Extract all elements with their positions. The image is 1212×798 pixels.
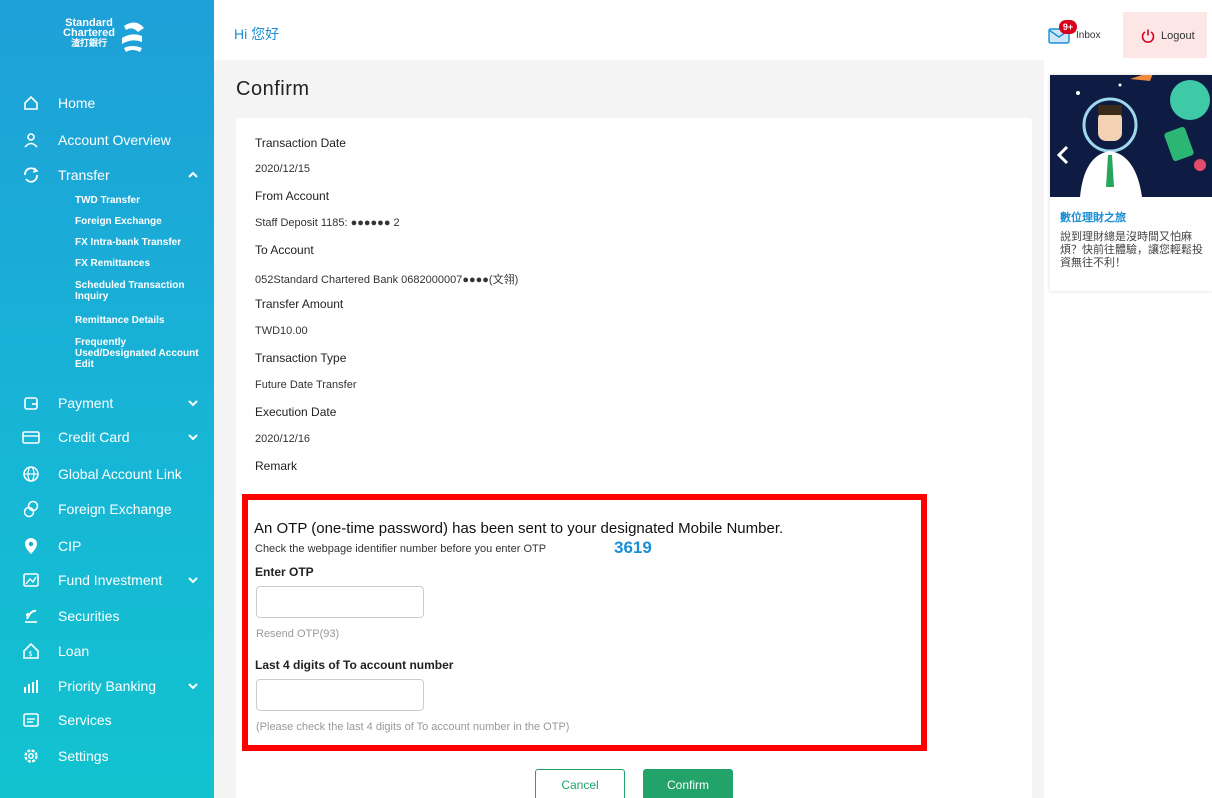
otp-identifier-code: 3619 (614, 538, 652, 557)
logo-line3: 渣打銀行 (70, 38, 107, 48)
inbox-badge: 9+ (1059, 20, 1077, 34)
transaction-date-label: Transaction Date (255, 136, 346, 150)
sidebar-item-label: Services (58, 712, 112, 728)
promo-illustration (1050, 75, 1212, 197)
chart-icon (22, 571, 40, 589)
remark-label: Remark (255, 459, 298, 473)
sidebar-item-global-account-link[interactable]: Global Account Link (0, 459, 214, 489)
sidebar-subitem-scheduled-inquiry[interactable]: Scheduled Transaction Inquiry (75, 280, 205, 302)
sidebar-item-transfer[interactable]: Transfer (0, 160, 214, 190)
sidebar-subitem-foreign-exchange[interactable]: Foreign Exchange (75, 216, 205, 227)
chevron-up-icon (188, 171, 198, 178)
svg-text:$: $ (28, 650, 32, 658)
user-icon (22, 131, 40, 149)
enter-otp-label: Enter OTP (255, 565, 314, 579)
bank-logo[interactable]: Standard Chartered 渣打銀行 (58, 16, 188, 64)
sidebar-item-cip[interactable]: CIP (0, 531, 214, 561)
confirm-button[interactable]: Confirm (643, 769, 733, 798)
promo-title: 數位理財之旅 (1060, 212, 1126, 224)
globe-icon (22, 465, 40, 483)
promo-panel[interactable]: 數位理財之旅 說到理財總是沒時間又怕麻煩？快前往體驗，讓您輕鬆投資無往不利！ (1050, 75, 1212, 291)
sidebar-subitem-fx-intra-bank[interactable]: FX Intra-bank Transfer (75, 237, 205, 248)
page-title: Confirm (236, 78, 310, 100)
logo-mark-icon (122, 22, 144, 52)
logo-line2: Chartered (63, 27, 115, 39)
credit-card-icon (22, 428, 40, 446)
logout-button[interactable]: Logout (1123, 12, 1207, 58)
gear-icon (22, 747, 40, 765)
home-icon (22, 94, 40, 112)
chevron-down-icon (188, 400, 198, 407)
sidebar-item-label: Foreign Exchange (58, 501, 172, 517)
sidebar-item-account-overview[interactable]: Account Overview (0, 125, 214, 155)
promo-text: 說到理財總是沒時間又怕麻煩？快前往體驗，讓您輕鬆投資無往不利！ (1060, 231, 1203, 269)
sidebar-subitem-fx-remittances[interactable]: FX Remittances (75, 258, 205, 269)
top-bar: Hi 您好 9+ Inbox Logout (214, 0, 1212, 60)
transaction-date-value: 2020/12/15 (255, 163, 311, 175)
transfer-icon (22, 166, 40, 184)
sidebar-item-label: Global Account Link (58, 466, 182, 482)
sidebar-item-home[interactable]: Home (0, 88, 214, 118)
sidebar-item-loan[interactable]: $ Loan (0, 636, 214, 666)
sidebar-item-label: Credit Card (58, 429, 130, 445)
sidebar-item-credit-card[interactable]: Credit Card (0, 422, 214, 452)
chevron-down-icon (188, 434, 198, 441)
sidebar-item-label: Fund Investment (58, 572, 163, 588)
last4-input[interactable] (256, 679, 424, 711)
chevron-down-icon (188, 577, 198, 584)
services-icon (22, 711, 40, 729)
sidebar-item-fund-investment[interactable]: Fund Investment (0, 565, 214, 595)
sidebar-subitem-remittance-details[interactable]: Remittance Details (75, 315, 205, 326)
from-account-label: From Account (255, 189, 330, 203)
chevron-left-icon[interactable] (1056, 145, 1070, 165)
inbox-label: Inbox (1076, 30, 1101, 41)
sidebar-subitem-twd-transfer[interactable]: TWD Transfer (75, 195, 205, 206)
sidebar-item-label: Loan (58, 643, 90, 659)
power-icon (1141, 29, 1155, 43)
sidebar-item-foreign-exchange[interactable]: Foreign Exchange (0, 494, 214, 524)
sidebar-item-label: Home (58, 95, 96, 111)
execution-date-value: 2020/12/16 (255, 433, 311, 445)
wallet-icon (22, 394, 40, 412)
sidebar-item-label: CIP (58, 538, 82, 554)
sidebar-item-payment[interactable]: Payment (0, 388, 214, 418)
priority-icon (22, 677, 40, 695)
otp-title: An OTP (one-time password) has been sent… (254, 520, 784, 537)
sidebar: Standard Chartered 渣打銀行 Home Account Ove… (0, 0, 214, 798)
logout-label: Logout (1161, 30, 1195, 42)
cip-icon (22, 537, 40, 555)
from-account-value: Staff Deposit 1185: ●●●●●● 2 (255, 217, 400, 229)
greeting-text: Hi 您好 (234, 26, 280, 42)
sidebar-item-priority-banking[interactable]: Priority Banking (0, 671, 214, 701)
transfer-amount-value: TWD10.00 (255, 325, 308, 337)
otp-input[interactable] (256, 586, 424, 618)
sidebar-item-settings[interactable]: Settings (0, 741, 214, 771)
chevron-down-icon (188, 683, 198, 690)
resend-otp-link[interactable]: Resend OTP(93) (256, 628, 339, 640)
transfer-amount-label: Transfer Amount (255, 297, 344, 311)
to-account-value: 052Standard Chartered Bank 0682000007●●●… (255, 274, 519, 286)
otp-identifier-text: Check the webpage identifier number befo… (255, 543, 547, 555)
logo-text: Standard Chartered 渣打銀行 (62, 18, 116, 49)
sidebar-item-securities[interactable]: Securities (0, 601, 214, 631)
sidebar-item-label: Account Overview (58, 132, 171, 148)
sidebar-subitem-account-edit[interactable]: Frequently Used/Designated Account Edit (75, 337, 205, 370)
cancel-button[interactable]: Cancel (535, 769, 625, 798)
inbox-button[interactable]: 9+ Inbox (1048, 18, 1114, 48)
sidebar-item-label: Transfer (58, 167, 110, 183)
exchange-icon (22, 500, 40, 518)
transaction-type-label: Transaction Type (255, 351, 347, 365)
to-account-label: To Account (255, 243, 314, 257)
sidebar-item-label: Payment (58, 395, 114, 411)
sidebar-item-label: Priority Banking (58, 678, 157, 694)
sidebar-item-label: Settings (58, 748, 109, 764)
execution-date-label: Execution Date (255, 405, 337, 419)
loan-icon: $ (22, 642, 40, 660)
last4-label: Last 4 digits of To account number (255, 658, 454, 672)
transaction-type-value: Future Date Transfer (255, 379, 357, 391)
sidebar-item-services[interactable]: Services (0, 705, 214, 735)
last4-hint: (Please check the last 4 digits of To ac… (256, 721, 570, 733)
securities-icon (22, 607, 40, 625)
sidebar-item-label: Securities (58, 608, 120, 624)
